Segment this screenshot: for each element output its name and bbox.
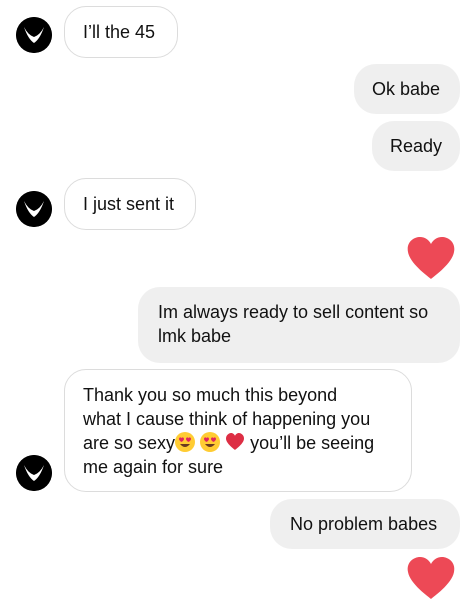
- message-text-line: Im always ready to sell content so: [158, 302, 429, 322]
- message-text-line-with-emojis: are so sexy you’ll be seeing: [83, 431, 393, 455]
- message-text: I’ll the 45: [83, 22, 156, 42]
- message-text-line: me again for sure: [83, 457, 224, 477]
- message-text: Ready: [390, 136, 443, 156]
- message-bubble-outgoing[interactable]: Im always ready to sell content so lmk b…: [138, 287, 460, 363]
- contact-avatar[interactable]: [16, 17, 52, 53]
- message-text-line: Thank you so much this beyond: [83, 385, 338, 405]
- red-heart-emoji-icon: [225, 432, 245, 452]
- message-bubble-outgoing[interactable]: Ok babe: [354, 64, 460, 114]
- message-text-line: what I cause think of happening you: [83, 409, 371, 429]
- message-bubble-outgoing[interactable]: No problem babes: [270, 499, 460, 549]
- contact-avatar[interactable]: [16, 455, 52, 491]
- heart-icon[interactable]: [406, 237, 456, 281]
- message-text: I just sent it: [83, 194, 175, 214]
- heart-icon[interactable]: [406, 557, 456, 601]
- message-bubble-outgoing[interactable]: Ready: [372, 121, 460, 171]
- message-bubble-incoming[interactable]: I’ll the 45: [64, 6, 178, 58]
- contact-avatar[interactable]: [16, 191, 52, 227]
- message-bubble-incoming[interactable]: I just sent it: [64, 178, 196, 230]
- message-bubble-incoming[interactable]: Thank you so much this beyond what I cau…: [64, 369, 412, 492]
- message-text-fragment: are so sexy: [83, 433, 176, 453]
- message-text-fragment: you’ll be seeing: [250, 433, 375, 453]
- message-text-line: lmk babe: [158, 326, 232, 346]
- heart-eyes-emoji-icon: [175, 432, 196, 452]
- heart-eyes-emoji-icon: [200, 432, 221, 452]
- message-text: Ok babe: [372, 79, 441, 99]
- message-text: No problem babes: [290, 514, 438, 534]
